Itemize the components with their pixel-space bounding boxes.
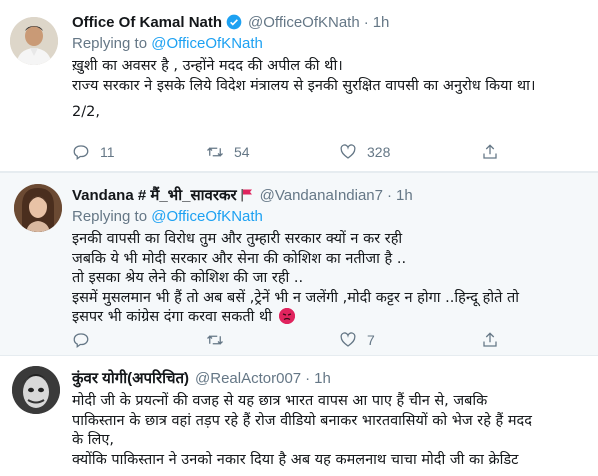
separator-dot: ·	[305, 369, 311, 387]
reply-icon	[73, 333, 89, 349]
retweet-button[interactable]	[206, 331, 339, 349]
timestamp[interactable]: 1h	[373, 14, 390, 31]
avatar-portrait-icon	[14, 184, 62, 232]
like-icon	[340, 332, 356, 347]
tweet-text: मोदी जी के प्रयत्नों की वजह से यह छात्र …	[72, 392, 590, 470]
tweet-line: जबकि ये भी मोदी सरकार और सेना की कोशिश क…	[72, 250, 407, 267]
tweet-line: ख़ुशी का अवसर है , उन्होंने मदद की अपील …	[72, 58, 343, 74]
tweet-kunwar-yogi[interactable]: कुंवर योगी(अपरिचित) @RealActor007 · 1h म…	[0, 356, 598, 476]
display-name[interactable]: कुंवर योगी(अपरिचित)	[72, 368, 189, 388]
like-button[interactable]: 7	[339, 331, 481, 349]
replying-mention[interactable]: @OfficeOfKNath	[151, 35, 263, 52]
tweet-header: Office Of Kamal Nath @OfficeOfKNath · 1h	[72, 11, 590, 33]
timestamp[interactable]: 1h	[396, 187, 413, 204]
avatar[interactable]	[10, 17, 58, 65]
share-icon	[483, 144, 497, 159]
reply-count: 11	[100, 144, 115, 160]
handle[interactable]: @OfficeOfKNath	[248, 14, 360, 31]
avatar-portrait-icon	[10, 17, 58, 65]
replying-prefix: Replying to	[72, 35, 148, 52]
retweet-icon	[207, 335, 223, 345]
tweet-actions: 11 54 328	[72, 143, 499, 161]
share-button[interactable]	[481, 331, 499, 349]
reply-button[interactable]: 11	[72, 143, 206, 161]
tweet-line: के लिए,	[72, 432, 114, 448]
angry-face-emoji	[278, 308, 295, 324]
retweet-icon	[207, 147, 223, 157]
replying-mention[interactable]: @OfficeOfKNath	[151, 208, 263, 225]
handle[interactable]: @RealActor007	[195, 370, 301, 387]
avatar[interactable]	[14, 184, 62, 232]
reply-button[interactable]	[72, 331, 206, 349]
handle[interactable]: @VandanaIndian7	[260, 187, 383, 204]
tweet-line: इनकी वापसी का विरोध तुम और तुम्हारी सरका…	[72, 231, 403, 247]
timestamp[interactable]: 1h	[314, 370, 331, 387]
tweet-text: इनकी वापसी का विरोध तुम और तुम्हारी सरका…	[72, 230, 590, 328]
display-name[interactable]: Vandana # मैं_भी_सावरकर	[72, 185, 237, 205]
tweet-line-with-emoji: इसपर भी कांग्रेस दंगा करवा सकती थी	[72, 308, 590, 328]
share-icon	[483, 332, 497, 347]
avatar-joker-icon	[12, 366, 60, 414]
tweet-header: कुंवर योगी(अपरिचित) @RealActor007 · 1h	[72, 367, 590, 389]
replying-to: Replying to @OfficeOfKNath	[72, 34, 590, 54]
tweet-line: इसमें मुसलमान भी हैं तो अब बसें ,ट्रेनें…	[72, 289, 519, 306]
tweet-line: राज्य सरकार ने इसके लिये विदेश मंत्रालय …	[72, 77, 536, 94]
tweet-line: क्योंकि पाकिस्तान ने उनको नकार दिया है अ…	[72, 451, 519, 468]
avatar[interactable]	[12, 366, 60, 414]
tweet-vandana[interactable]: Vandana # मैं_भी_सावरकर @VandanaIndian7 …	[0, 172, 598, 356]
tweet-line: इसपर भी कांग्रेस दंगा करवा सकती थी	[72, 309, 273, 325]
display-name[interactable]: Office Of Kamal Nath	[72, 14, 222, 31]
retweet-button[interactable]: 54	[206, 143, 339, 161]
red-flag-icon	[241, 189, 252, 202]
tweet-kamal-nath[interactable]: Office Of Kamal Nath @OfficeOfKNath · 1h…	[0, 0, 598, 172]
share-button[interactable]	[481, 143, 499, 161]
like-button[interactable]: 328	[339, 143, 481, 161]
separator-dot: ·	[387, 186, 392, 204]
separator-dot: ·	[363, 13, 369, 31]
tweet-line: पाकिस्तान के छात्र वहां तड़प रहे हैं रोज…	[72, 412, 532, 429]
verified-icon	[226, 14, 242, 30]
replying-to: Replying to @OfficeOfKNath	[72, 207, 590, 227]
tweet-text: ख़ुशी का अवसर है , उन्होंने मदद की अपील …	[72, 57, 590, 123]
tweet-actions: 7	[72, 331, 499, 349]
like-count: 328	[367, 144, 391, 160]
reply-icon	[73, 145, 89, 161]
like-icon	[340, 144, 356, 159]
tweet-line: मोदी जी के प्रयत्नों की वजह से यह छात्र …	[72, 393, 488, 409]
replying-prefix: Replying to	[72, 208, 148, 225]
tweet-header: Vandana # मैं_भी_सावरकर @VandanaIndian7 …	[72, 184, 590, 206]
like-count: 7	[367, 332, 375, 348]
tweet-line: 2/2,	[72, 104, 100, 120]
retweet-count: 54	[234, 144, 250, 160]
tweet-line: तो इसका श्रेय लेने की कोशिश की जा रही ..	[72, 270, 304, 286]
